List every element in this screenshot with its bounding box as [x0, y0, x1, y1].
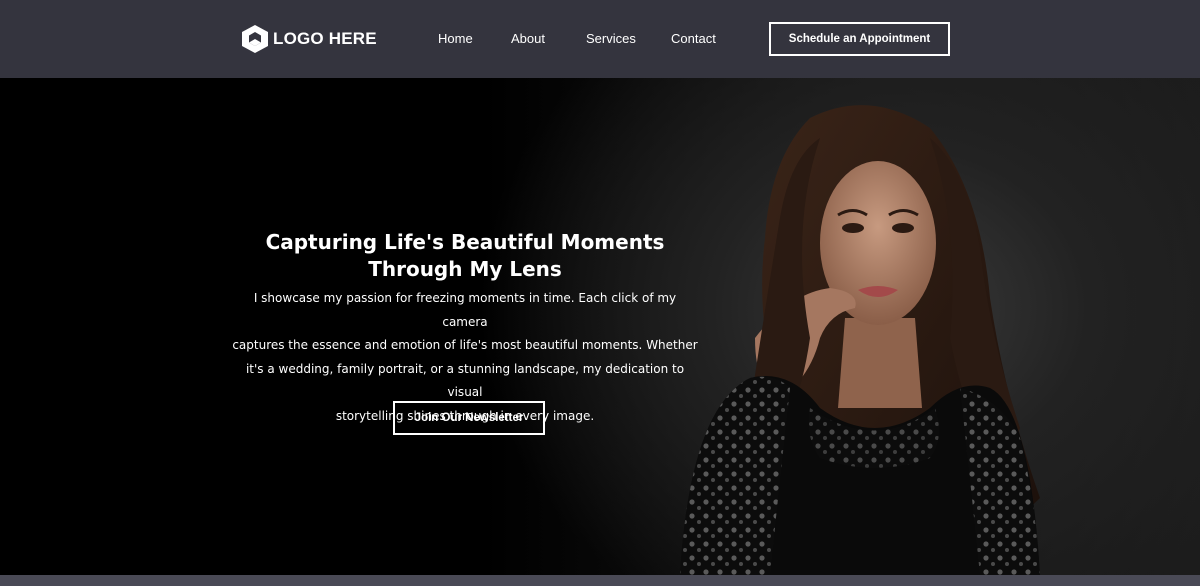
hero-description-line: it's a wedding, family portrait, or a st…: [245, 361, 685, 400]
hero-description-line: I showcase my passion for freezing momen…: [253, 291, 677, 329]
hexagon-logo-icon: [242, 25, 268, 53]
join-newsletter-button[interactable]: Join Our Newsletter: [393, 401, 545, 435]
logo-text: LOGO HERE: [273, 29, 377, 48]
hero-description-line: captures the essence and emotion of life…: [232, 338, 698, 352]
hero-photo: [680, 105, 1040, 575]
schedule-appointment-button[interactable]: Schedule an Appointment: [769, 22, 950, 56]
nav-services[interactable]: Services: [586, 31, 636, 46]
hero-title-line-2: Through My Lens: [368, 257, 562, 281]
nav-contact[interactable]: Contact: [671, 31, 716, 46]
hero-title: Capturing Life's Beautiful Moments Throu…: [240, 229, 690, 283]
hero-section: Capturing Life's Beautiful Moments Throu…: [0, 78, 1200, 575]
nav-home[interactable]: Home: [438, 31, 473, 46]
footer-strip: [0, 575, 1200, 586]
hero-title-line-1: Capturing Life's Beautiful Moments: [265, 230, 665, 254]
nav-about[interactable]: About: [511, 31, 545, 46]
logo[interactable]: LOGO HERE: [241, 24, 377, 54]
site-header: LOGO HERE Home About Services Contact Sc…: [0, 0, 1200, 78]
